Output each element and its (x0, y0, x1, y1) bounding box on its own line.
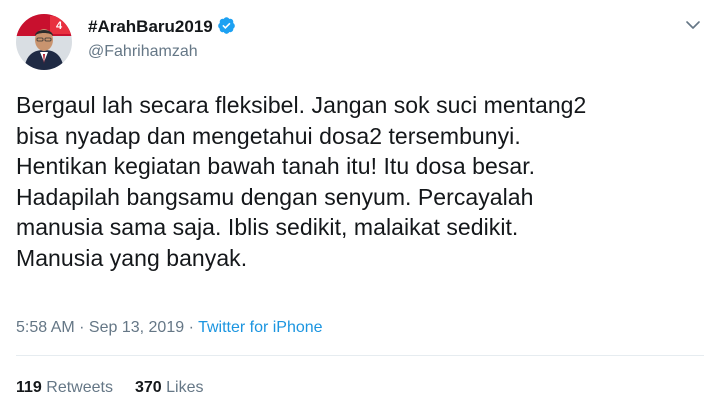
tweet-timestamp[interactable]: 5:58 AM (16, 319, 75, 336)
tweet-date[interactable]: Sep 13, 2019 (89, 319, 184, 336)
retweets-stat[interactable]: 119 Retweets (16, 379, 113, 396)
likes-label: Likes (166, 379, 204, 396)
likes-count: 370 (134, 379, 162, 396)
svg-text:4: 4 (56, 20, 63, 32)
likes-stat[interactable]: 370 Likes (135, 379, 204, 396)
tweet-text-line: manusia sama saja. Iblis sedikit, malaik… (16, 214, 519, 240)
tweet-text-line: Hentikan kegiatan bawah tanah itu! Itu d… (16, 153, 536, 179)
author-avatar[interactable]: 4 (16, 14, 72, 70)
tweet-text: Bergaul lah secara fleksibel. Jangan sok… (16, 90, 711, 273)
divider (16, 355, 704, 356)
tweet-metadata: 5:58 AM · Sep 13, 2019 · Twitter for iPh… (16, 318, 323, 338)
tweet-text-line: Bergaul lah secara fleksibel. Jangan sok… (16, 92, 587, 118)
tweet-text-line: bisa nyadap dan mengetahui dosa2 tersemb… (16, 122, 521, 149)
author-handle[interactable]: @Fahrihamzah (88, 42, 198, 62)
tweet-text-line: Manusia yang banyak. (16, 244, 248, 271)
meta-separator: · (74, 319, 89, 336)
retweets-count: 119 (16, 379, 42, 396)
author-display-name[interactable]: #ArahBaru2019 (88, 16, 236, 38)
meta-separator: · (184, 319, 199, 336)
tweet-text-line: Hadapilah bangsamu dengan senyum. Percay… (16, 183, 534, 210)
tweet-card: 4 #ArahBaru2019 @Fahrihamzah Bergaul lah… (0, 0, 720, 418)
tweet-source-link[interactable]: Twitter for iPhone (198, 319, 323, 336)
verified-badge-icon (217, 17, 235, 34)
profile-photo-icon: 4 (16, 14, 72, 70)
chevron-down-icon[interactable] (684, 16, 702, 34)
author-display-name-text[interactable]: #ArahBaru2019 (88, 17, 213, 36)
tweet-stats: 119 Retweets 370 Likes (16, 378, 203, 398)
retweets-label: Retweets (46, 379, 113, 396)
